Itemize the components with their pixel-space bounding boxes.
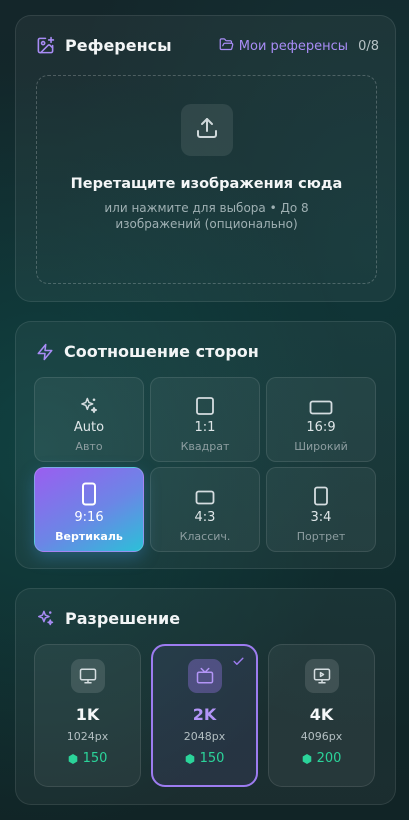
resolution-option-2k[interactable]: 2K 2048px 150 <box>151 644 258 787</box>
checkmark-icon <box>232 653 245 672</box>
resolution-label: 1K <box>75 705 100 724</box>
ratio-value: 3:4 <box>310 510 332 525</box>
resolution-panel: Разрешение 1K 1024px 150 2K 2048px 150 4… <box>15 588 396 805</box>
resolution-cost: 150 <box>68 751 108 766</box>
resolution-label: 4K <box>309 705 334 724</box>
ratio-caption: Широкий <box>294 440 348 453</box>
square-icon <box>195 388 215 416</box>
folder-open-icon <box>219 37 234 56</box>
dropzone-subtitle: или нажмите для выбора • До 8 изображени… <box>104 201 309 231</box>
ratio-option-4-3[interactable]: 4:3 Классич. <box>150 467 260 552</box>
gem-icon <box>185 753 194 764</box>
references-title: Референсы <box>65 36 172 55</box>
dropzone-title: Перетащите изображения сюда <box>70 176 343 192</box>
my-references-link[interactable]: Мои референсы <box>219 37 348 56</box>
sparkle-icon <box>79 388 99 416</box>
ratio-value: 9:16 <box>74 510 104 525</box>
ratio-caption: Авто <box>75 440 103 453</box>
ratio-caption: Классич. <box>179 530 231 543</box>
resolution-label: 2K <box>192 705 217 724</box>
aspect-ratio-panel: Соотношение сторон Auto Авто 1:1 Квадрат <box>15 321 396 569</box>
aspect-ratio-header: Соотношение сторон <box>36 342 259 361</box>
ratio-value: Auto <box>73 420 105 435</box>
cost-value: 150 <box>199 751 225 766</box>
lightning-icon <box>36 343 54 361</box>
references-header: Референсы <box>36 36 172 55</box>
ratio-option-16-9[interactable]: 16:9 Широкий <box>266 377 376 462</box>
image-plus-icon <box>36 36 55 55</box>
cost-value: 150 <box>82 751 108 766</box>
upload-icon <box>195 116 219 144</box>
gem-icon <box>68 753 77 764</box>
monitor-icon <box>70 659 105 693</box>
ratio-caption: Вертикаль <box>55 530 123 543</box>
resolution-pixels: 4096px <box>300 730 343 743</box>
ratio-value: 1:1 <box>194 420 216 435</box>
resolution-title: Разрешение <box>65 609 181 628</box>
resolution-header: Разрешение <box>36 609 180 628</box>
sparkles-icon <box>36 609 55 628</box>
phone-portrait-icon <box>81 478 97 506</box>
ratio-option-9-16[interactable]: 9:16 Вертикаль <box>34 467 144 552</box>
play-screen-icon <box>304 659 339 693</box>
classic-rect-icon <box>195 478 215 506</box>
ratio-caption: Квадрат <box>180 440 230 453</box>
ratio-option-3-4[interactable]: 3:4 Портрет <box>266 467 376 552</box>
ratio-option-auto[interactable]: Auto Авто <box>34 377 144 462</box>
cost-value: 200 <box>316 751 342 766</box>
aspect-ratio-title: Соотношение сторон <box>64 342 259 361</box>
image-dropzone[interactable]: Перетащите изображения сюда или нажмите … <box>36 75 377 284</box>
resolution-option-1k[interactable]: 1K 1024px 150 <box>34 644 141 787</box>
resolution-option-4k[interactable]: 4K 4096px 200 <box>268 644 375 787</box>
resolution-pixels: 1024px <box>66 730 109 743</box>
portrait-icon <box>313 478 329 506</box>
resolution-cost: 200 <box>302 751 342 766</box>
gem-icon <box>302 753 311 764</box>
resolution-cost: 150 <box>185 751 225 766</box>
ratio-value: 4:3 <box>194 510 216 525</box>
ratio-option-1-1[interactable]: 1:1 Квадрат <box>150 377 260 462</box>
references-count: 0/8 <box>358 39 379 54</box>
ratio-caption: Портрет <box>296 530 346 543</box>
tv-icon <box>187 659 222 693</box>
ratio-value: 16:9 <box>306 420 336 435</box>
resolution-pixels: 2048px <box>183 730 226 743</box>
references-panel: Референсы Мои референсы 0/8 Перетащите и… <box>15 15 396 302</box>
my-references-label: Мои референсы <box>238 39 349 54</box>
landscape-icon <box>309 388 333 416</box>
upload-icon-box <box>180 104 233 156</box>
